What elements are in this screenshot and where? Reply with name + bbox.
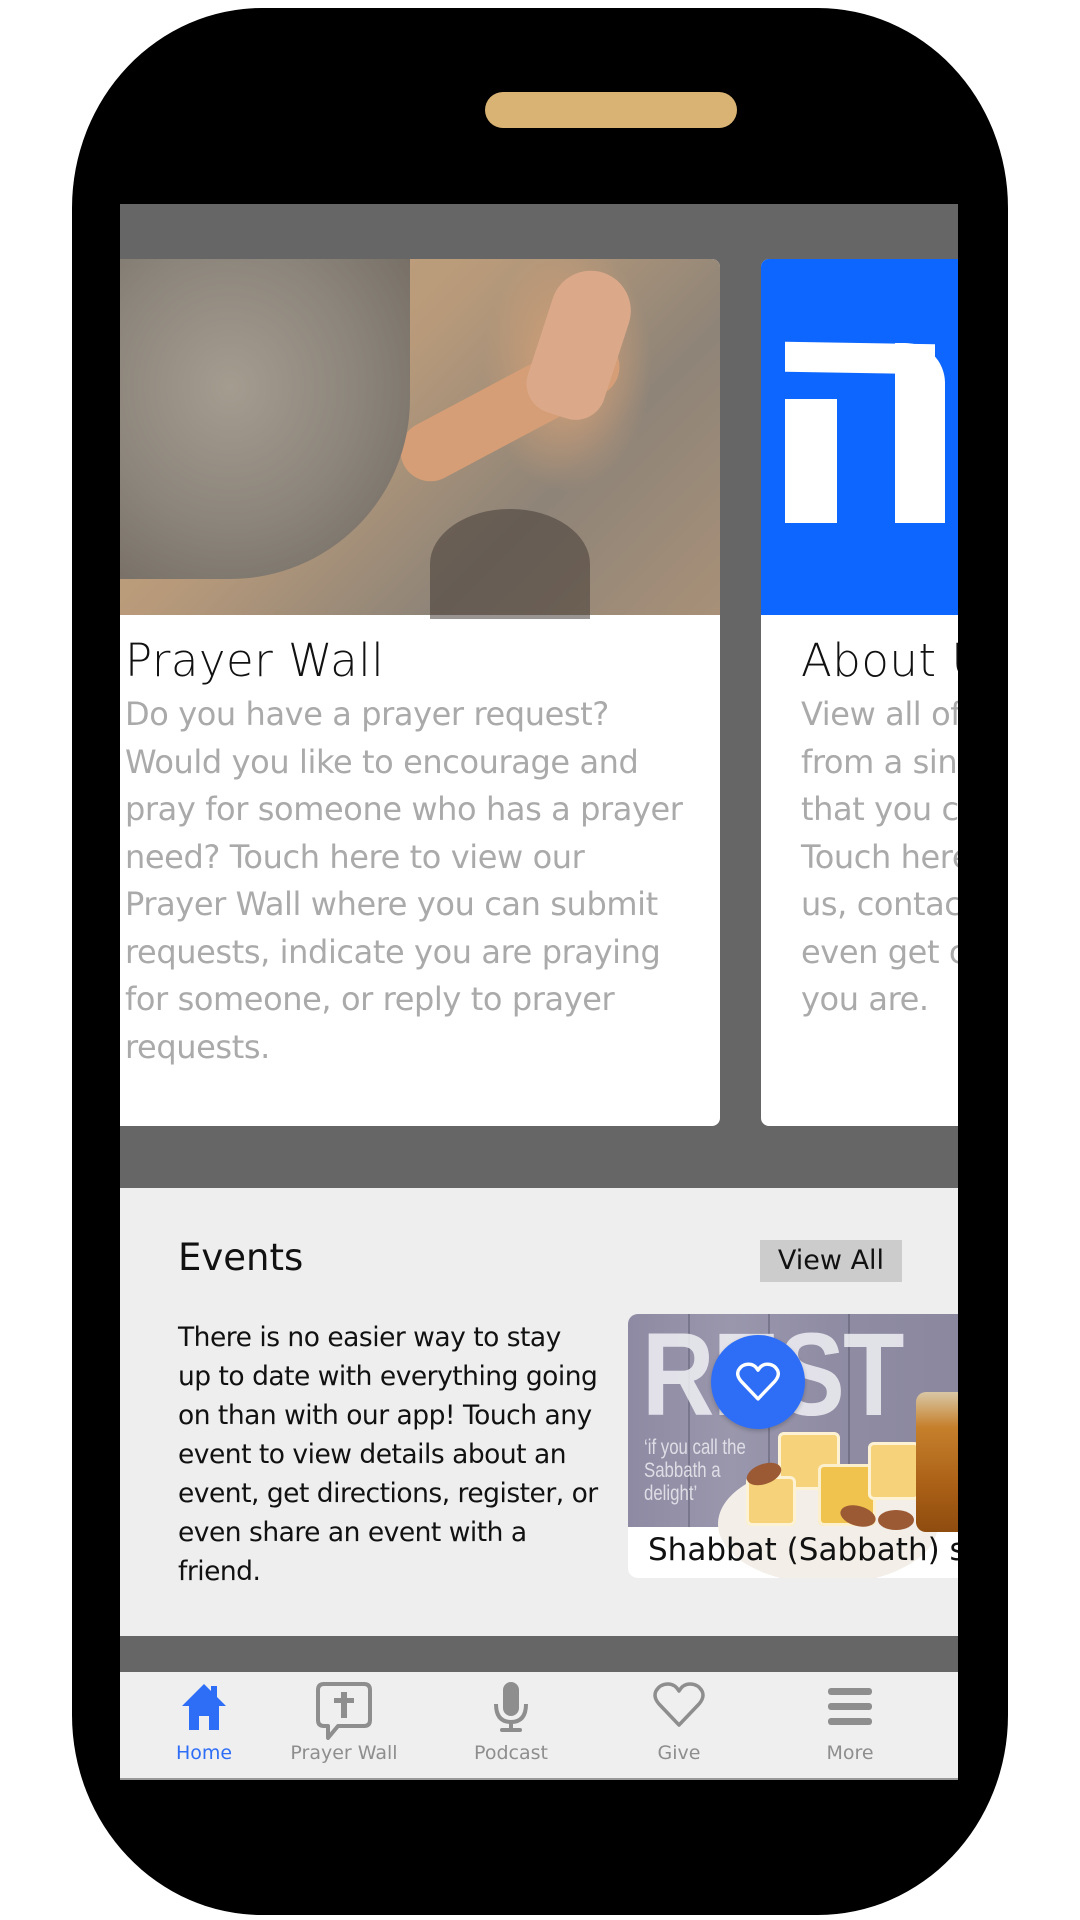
event-image: REST ‘if you call the Sabbath a delight’: [628, 1314, 958, 1578]
card-title: About Us: [801, 634, 958, 687]
tab-label: Give: [657, 1742, 701, 1764]
microphone-icon: [494, 1682, 528, 1732]
card-description-line: you are.: [801, 980, 929, 1018]
events-section: Events View All There is no easier way t…: [120, 1188, 958, 1636]
heart-icon: [736, 1362, 780, 1401]
favorite-fab-button[interactable]: [711, 1335, 805, 1429]
image-hair: [120, 259, 410, 579]
event-title: Shabbat (Sabbath) s...: [648, 1532, 958, 1568]
tab-podcast[interactable]: Podcast: [427, 1672, 595, 1778]
prayer-wall-image: [120, 259, 720, 619]
tab-label: Prayer Wall: [290, 1742, 398, 1764]
card-description-line: that you ca: [801, 790, 958, 828]
card-description-line: from a sing: [801, 742, 958, 781]
bottom-tab-bar: Home Prayer Wall Podcast Give More: [120, 1672, 958, 1780]
tea-glass: [916, 1392, 958, 1532]
card-description-line: Touch here: [801, 837, 958, 876]
tab-label: Podcast: [474, 1742, 548, 1764]
about-us-image: [761, 259, 958, 615]
prayer-wall-card[interactable]: Prayer Wall Do you have a prayer request…: [120, 259, 720, 1126]
almond: [878, 1510, 914, 1530]
prayer-bubble-cross-icon: [316, 1682, 372, 1740]
card-description: View all of from a sing that you ca Touch h…: [801, 691, 958, 1024]
card-description-line: even get c: [801, 932, 958, 971]
he-right-stroke: [895, 343, 945, 523]
view-all-button[interactable]: View All: [760, 1240, 902, 1282]
hamburger-menu-icon: [828, 1688, 872, 1725]
tab-prayer-wall[interactable]: Prayer Wall: [260, 1672, 428, 1778]
image-shadow: [430, 509, 590, 619]
tab-more[interactable]: More: [766, 1672, 934, 1778]
phone-speaker: [485, 92, 737, 128]
home-icon: [182, 1684, 226, 1730]
tab-give[interactable]: Give: [595, 1672, 763, 1778]
card-description: Do you have a prayer request? Would you …: [125, 695, 683, 1066]
events-heading: Events: [178, 1236, 304, 1279]
events-description: There is no easier way to stay up to dat…: [178, 1322, 598, 1587]
sweet-cube: [868, 1442, 920, 1500]
heart-outline-icon: [653, 1682, 705, 1727]
he-left-stroke: [785, 399, 837, 523]
about-us-card[interactable]: About Us View all of from a sing that you …: [761, 259, 958, 1126]
image-hand: [518, 260, 642, 428]
tab-label: More: [826, 1742, 874, 1764]
card-description-line: View all of: [801, 695, 958, 733]
card-description-line: us, contac: [801, 885, 958, 923]
card-title: Prayer Wall: [125, 634, 385, 687]
app-screen: Prayer Wall Do you have a prayer request…: [120, 204, 958, 1780]
